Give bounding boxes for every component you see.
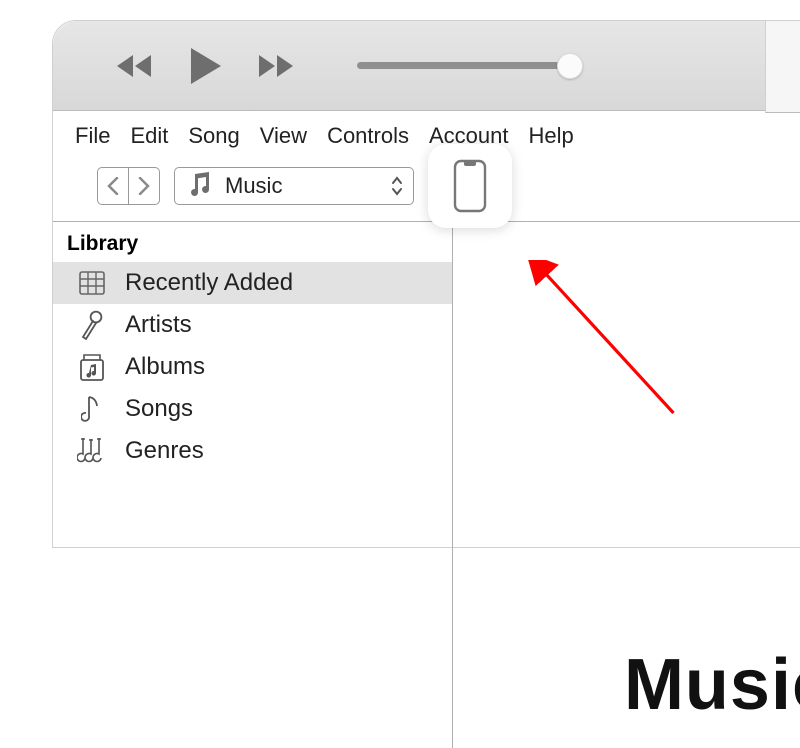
sidebar-item-artists[interactable]: Artists [53, 304, 452, 346]
menu-bar: File Edit Song View Controls Account Hel… [53, 111, 800, 165]
sidebar-item-label: Recently Added [125, 269, 293, 297]
sidebar-item-label: Artists [125, 311, 192, 339]
right-column-strip [765, 21, 800, 113]
seek-slider[interactable] [357, 62, 577, 69]
note-icon [75, 393, 109, 425]
guitar-icon [75, 435, 109, 467]
menu-view[interactable]: View [260, 123, 307, 149]
toolbar: Music [53, 165, 800, 217]
menu-controls[interactable]: Controls [327, 123, 409, 149]
music-note-icon [187, 171, 211, 202]
back-button[interactable] [97, 167, 129, 205]
menu-help[interactable]: Help [528, 123, 573, 149]
annotation-big-label: Music [624, 644, 800, 726]
chevron-up-down-icon [391, 176, 403, 196]
app-window: File Edit Song View Controls Account Hel… [52, 20, 800, 548]
phone-icon [453, 159, 487, 213]
forward-button[interactable] [128, 167, 160, 205]
menu-edit[interactable]: Edit [130, 123, 168, 149]
content-row: Library Recently Added Artists Albums [53, 222, 800, 748]
sidebar-item-songs[interactable]: Songs [53, 388, 452, 430]
source-label: Music [225, 173, 282, 199]
sidebar-item-label: Songs [125, 395, 193, 423]
grid-icon [75, 267, 109, 299]
sidebar: Library Recently Added Artists Albums [53, 222, 453, 748]
microphone-icon [75, 309, 109, 341]
main-pane: Music [453, 222, 800, 748]
sidebar-item-genres[interactable]: Genres [53, 430, 452, 472]
sidebar-item-label: Albums [125, 353, 205, 381]
device-button[interactable] [428, 144, 512, 228]
nav-group [97, 167, 160, 205]
chevron-left-icon [107, 177, 119, 195]
chevron-right-icon [138, 177, 150, 195]
sidebar-item-label: Genres [125, 437, 204, 465]
menu-song[interactable]: Song [188, 123, 239, 149]
seek-thumb-icon[interactable] [557, 53, 583, 79]
playback-controls [113, 46, 297, 86]
player-bar [53, 21, 800, 111]
menu-file[interactable]: File [75, 123, 110, 149]
play-icon[interactable] [185, 46, 225, 86]
sidebar-item-recently-added[interactable]: Recently Added [53, 262, 452, 304]
album-icon [75, 351, 109, 383]
sidebar-item-albums[interactable]: Albums [53, 346, 452, 388]
source-selector[interactable]: Music [174, 167, 414, 205]
rewind-icon[interactable] [113, 53, 155, 79]
fast-forward-icon[interactable] [255, 53, 297, 79]
sidebar-header: Library [53, 226, 452, 262]
